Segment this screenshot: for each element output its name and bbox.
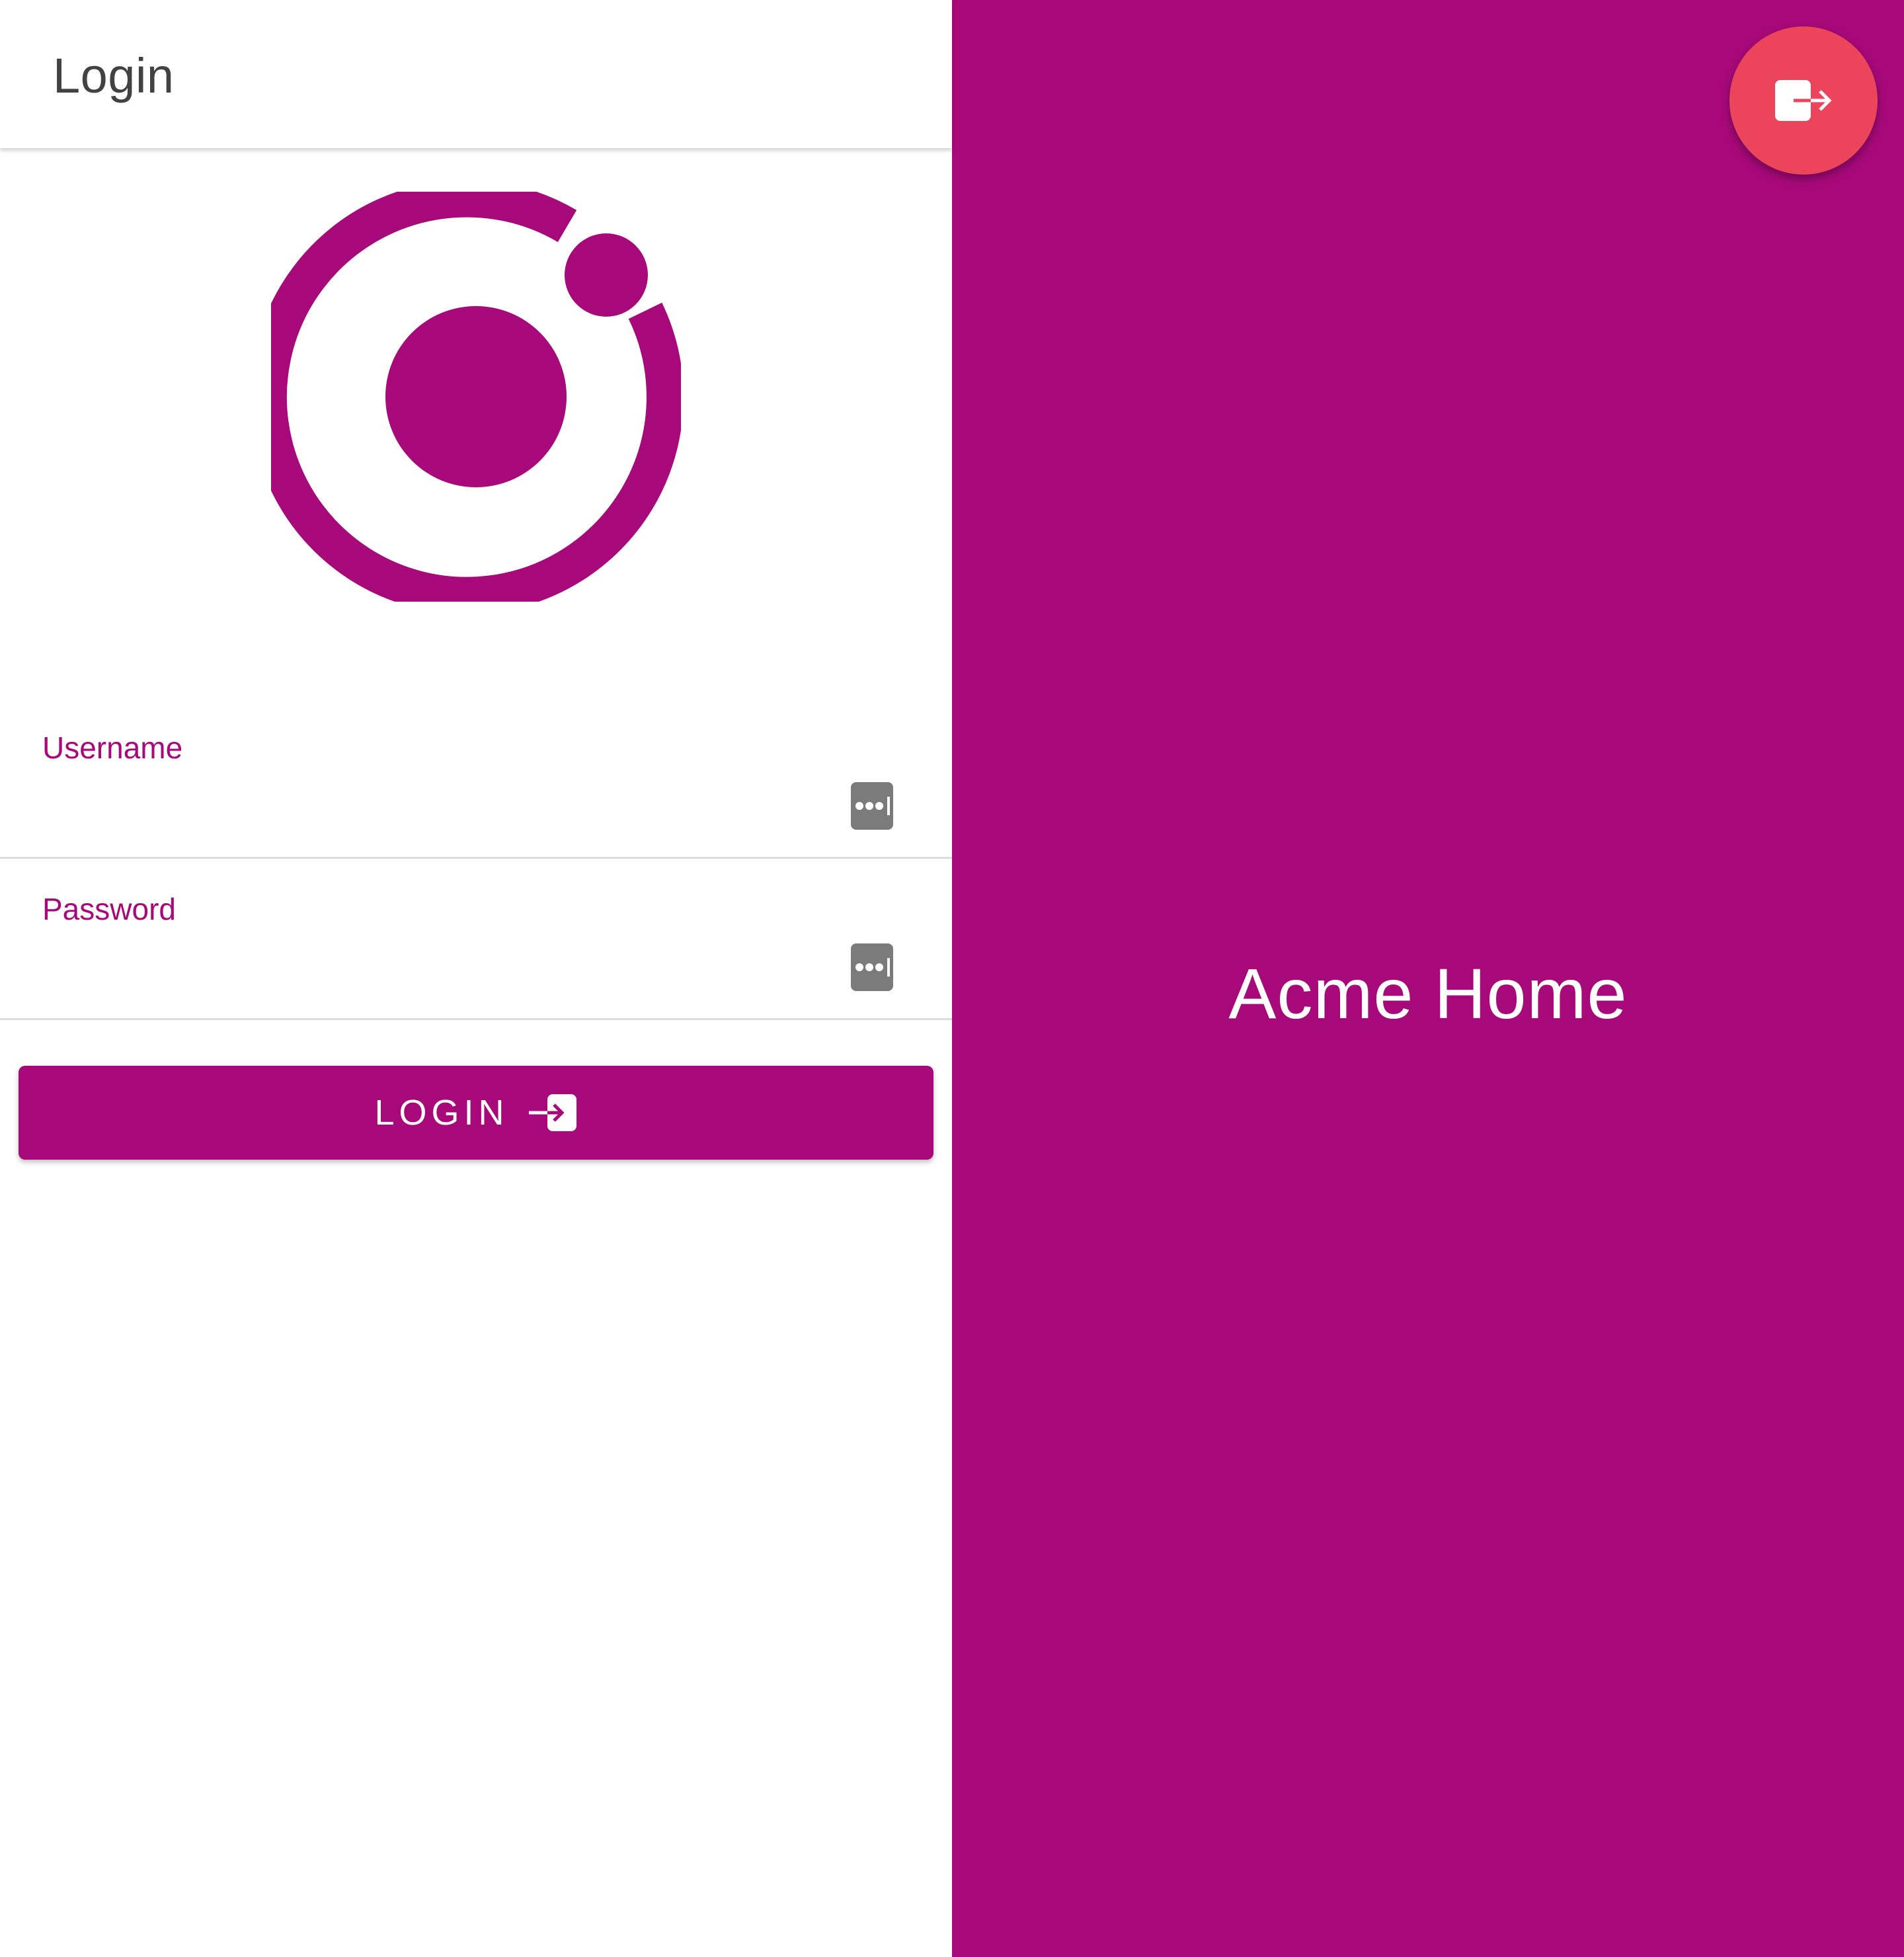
log-in-icon: [528, 1093, 578, 1133]
login-button[interactable]: LOGIN: [19, 1066, 933, 1160]
login-pane: Login Username Password LOGIN: [0, 0, 952, 1957]
username-field: Username: [0, 696, 952, 859]
toolbar: Login: [0, 0, 952, 148]
username-label: Username: [42, 731, 183, 765]
password-field: Password: [0, 857, 952, 1020]
home-pane: Acme Home: [952, 0, 1904, 1957]
ionic-logo-icon: [249, 180, 684, 614]
login-button-label: LOGIN: [374, 1093, 509, 1133]
username-input[interactable]: [42, 775, 822, 834]
password-input[interactable]: [42, 936, 822, 996]
logout-fab-button[interactable]: [1729, 26, 1878, 175]
home-title: Acme Home: [1228, 953, 1628, 1033]
password-manager-key-icon[interactable]: [851, 782, 893, 830]
password-label: Password: [42, 892, 176, 926]
password-manager-key-icon[interactable]: [851, 943, 893, 991]
log-out-icon: [1774, 77, 1833, 124]
page-title: Login: [53, 48, 175, 103]
app-screen: Login Username Password LOGIN Acme Home: [0, 0, 1904, 1957]
